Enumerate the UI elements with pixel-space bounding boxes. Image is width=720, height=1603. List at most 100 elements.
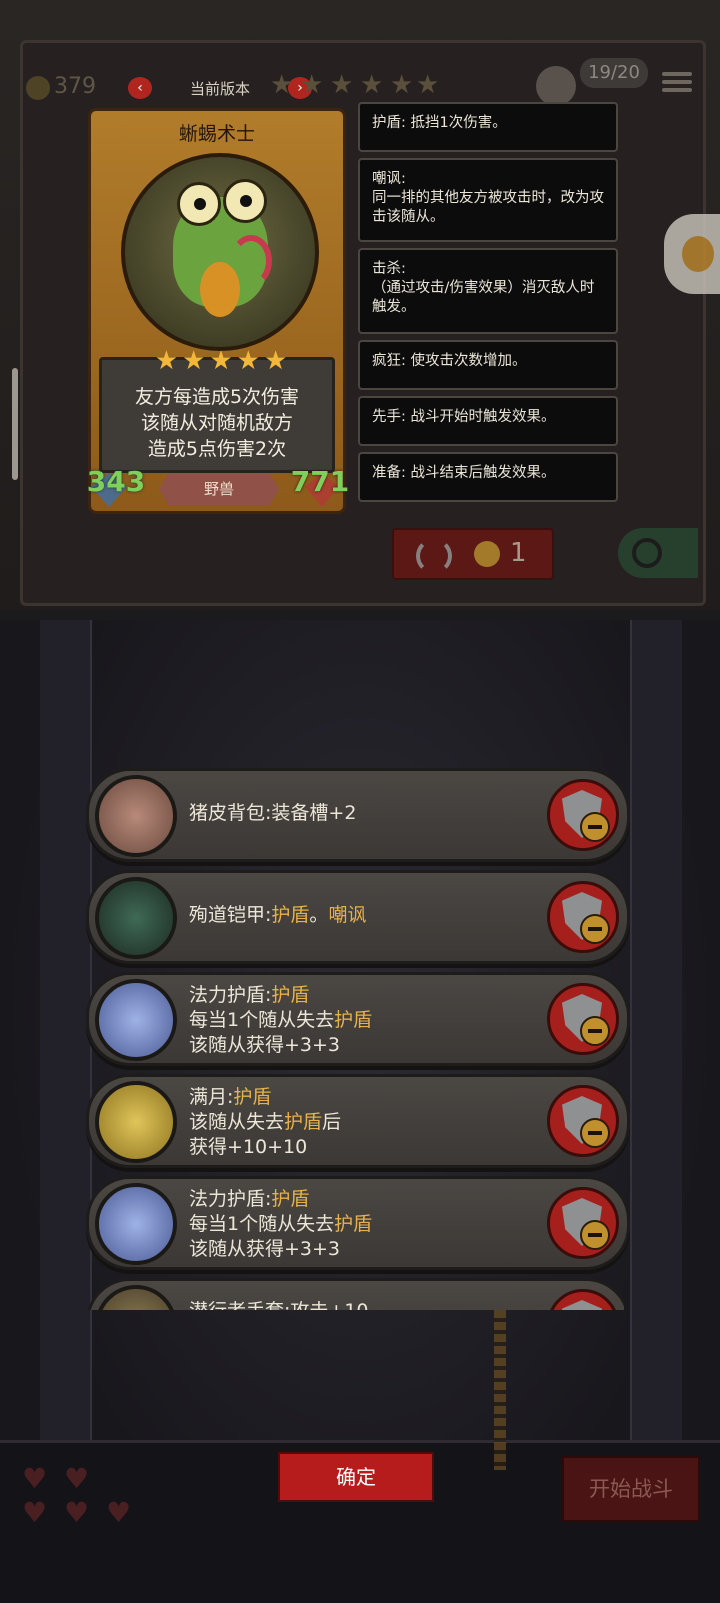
martyr-armor-icon (95, 877, 177, 959)
star-icon: ★ (263, 346, 288, 376)
equipment-label: 该随从获得+3+3 (189, 1238, 341, 1260)
right-pillar (630, 620, 682, 1440)
confirm-button[interactable]: 确定 (278, 1452, 434, 1502)
health-value: 771 (290, 465, 350, 498)
search-button[interactable] (618, 528, 698, 578)
scrollbar[interactable] (12, 368, 18, 480)
keyword-highlight: 护盾 (233, 1086, 272, 1108)
chain-decoration (494, 1310, 506, 1470)
card-description-line: 友方每造成5次伤害 (134, 386, 300, 408)
star-icon: ★ (209, 346, 233, 376)
menu-icon[interactable] (662, 68, 692, 98)
avatar[interactable] (536, 66, 576, 106)
turn-counter: 19/20 (580, 58, 648, 88)
equipment-row[interactable]: 满月:护盾 该随从失去护盾后 获得+10+10 (86, 1074, 630, 1168)
tier-star-icon: ★ (390, 70, 414, 100)
keyword-kill: 击杀: （通过攻击/伤害效果）消灭敌人时触发。 (358, 248, 618, 334)
equipment-text: 法力护盾:护盾 每当1个随从失去护盾 该随从获得+3+3 (189, 1187, 372, 1262)
previous-version-button[interactable]: ‹ (128, 77, 152, 99)
start-battle-button[interactable]: 开始战斗 (562, 1456, 700, 1522)
coin-count: 379 (54, 74, 96, 99)
keyword-highlight: 护盾 (271, 1188, 310, 1210)
unit-card[interactable]: 蜥蜴术士 友方每造成5次伤害 该随从对随机敌方 造成5点伤害2次 ★ ★ ★ ★ ★ 3… (87, 108, 349, 514)
equipment-text: 潜行者手套:攻击+10 (189, 1299, 369, 1310)
keyword-title: 准备: 战斗结束后触发效果。 (372, 465, 556, 481)
tribe-badge: 野兽 (159, 473, 279, 505)
keyword-prepare: 准备: 战斗结束后触发效果。 (358, 452, 618, 502)
equipment-row[interactable]: 潜行者手套:攻击+10 (86, 1278, 624, 1310)
keyword-highlight: 护盾 (284, 1111, 323, 1133)
keyword-shield: 护盾: 抵挡1次伤害。 (358, 102, 618, 152)
unequip-button[interactable] (547, 983, 619, 1055)
keyword-body: 同一排的其他友方被攻击时，改为攻击该随从。 (372, 190, 604, 225)
equipment-label: 该随从获得+3+3 (189, 1034, 341, 1056)
unequip-button[interactable] (547, 881, 619, 953)
heart-icon: ♥ (64, 1462, 90, 1495)
equipment-label: 。 (309, 904, 329, 926)
card-description: 友方每造成5次伤害 该随从对随机敌方 造成5点伤害2次 (102, 384, 332, 462)
tier-star-icon: ★ (300, 70, 324, 100)
attack-value: 343 (86, 465, 146, 498)
equipment-label: 获得+10+10 (189, 1136, 308, 1158)
equipment-label: 每当1个随从失去 (189, 1213, 335, 1235)
side-tab-button[interactable] (664, 214, 720, 294)
coin-icon (682, 236, 714, 272)
unequip-button[interactable] (547, 1187, 619, 1259)
unequip-button[interactable] (547, 779, 619, 851)
card-name: 蜥蜴术士 (178, 123, 255, 145)
equipment-text: 殉道铠甲:护盾。嘲讽 (189, 903, 366, 928)
keyword-highlight: 护盾 (334, 1009, 373, 1031)
frog-tongue (230, 235, 272, 287)
minus-icon (580, 914, 610, 944)
keyword-title: 疯狂: 使攻击次数增加。 (372, 353, 527, 369)
unequip-button[interactable] (547, 1085, 619, 1157)
keyword-title: 击杀: (372, 261, 406, 277)
equipment-label: 法力护盾: (189, 1188, 272, 1210)
keyword-title: 护盾: 抵挡1次伤害。 (372, 115, 507, 131)
lizard-warlock-portrait (121, 153, 319, 351)
card-stars: ★ ★ ★ ★ ★ (131, 347, 311, 377)
full-moon-icon (95, 1081, 177, 1163)
tier-star-icon: ★ (330, 70, 354, 100)
keyword-highlight: 护盾 (271, 904, 310, 926)
minus-icon (580, 1016, 610, 1046)
keyword-title: 嘲讽: (372, 171, 406, 187)
keyword-highlight: 嘲讽 (328, 904, 367, 926)
star-icon: ★ (236, 346, 260, 376)
equipment-row[interactable]: 猪皮背包:装备槽+2 (86, 768, 630, 862)
equipment-label: 满月: (189, 1086, 234, 1108)
unequip-button[interactable] (547, 1289, 619, 1310)
card-description-line: 该随从对随机敌方 (140, 412, 293, 434)
left-pillar (40, 620, 92, 1440)
frog-eye (223, 179, 267, 223)
minus-icon (580, 1220, 610, 1250)
equipment-row[interactable]: 殉道铠甲:护盾。嘲讽 (86, 870, 630, 964)
heart-icon: ♥ (22, 1462, 48, 1495)
equipment-label: 法力护盾: (189, 984, 272, 1006)
minus-icon (580, 1118, 610, 1148)
equipment-text: 法力护盾:护盾 每当1个随从失去护盾 该随从获得+3+3 (189, 983, 372, 1058)
refresh-button[interactable]: 1 (392, 528, 554, 580)
keyword-highlight: 护盾 (334, 1213, 373, 1235)
tier-star-icon: ★ (360, 70, 384, 100)
mana-shield-icon (95, 979, 177, 1061)
keyword-frenzy: 疯狂: 使攻击次数增加。 (358, 340, 618, 390)
mana-shield-icon (95, 1183, 177, 1265)
equipment-text: 满月:护盾 该随从失去护盾后 获得+10+10 (189, 1085, 341, 1160)
equipment-label: 每当1个随从失去 (189, 1009, 335, 1031)
heart-icon: ♥ (64, 1496, 90, 1529)
tier-star-icon: ★ (416, 70, 440, 100)
heart-icon: ♥ (22, 1496, 48, 1529)
equipment-row-clip: 潜行者手套:攻击+10 (86, 1278, 624, 1310)
tier-star-icon: ★ (270, 70, 294, 100)
equipment-row[interactable]: 法力护盾:护盾 每当1个随从失去护盾 该随从获得+3+3 (86, 972, 630, 1066)
equipment-label: 潜行者手套:攻击+10 (189, 1300, 369, 1310)
keyword-title: 先手: 战斗开始时触发效果。 (372, 409, 556, 425)
coin-icon (474, 541, 500, 567)
equipment-text: 猪皮背包:装备槽+2 (189, 801, 356, 826)
equipment-row[interactable]: 法力护盾:护盾 每当1个随从失去护盾 该随从获得+3+3 (86, 1176, 630, 1270)
star-icon: ★ (182, 346, 206, 376)
version-label: 当前版本 (190, 80, 251, 98)
stalker-glove-icon (95, 1285, 177, 1310)
equipment-label: 该随从失去 (189, 1111, 285, 1133)
